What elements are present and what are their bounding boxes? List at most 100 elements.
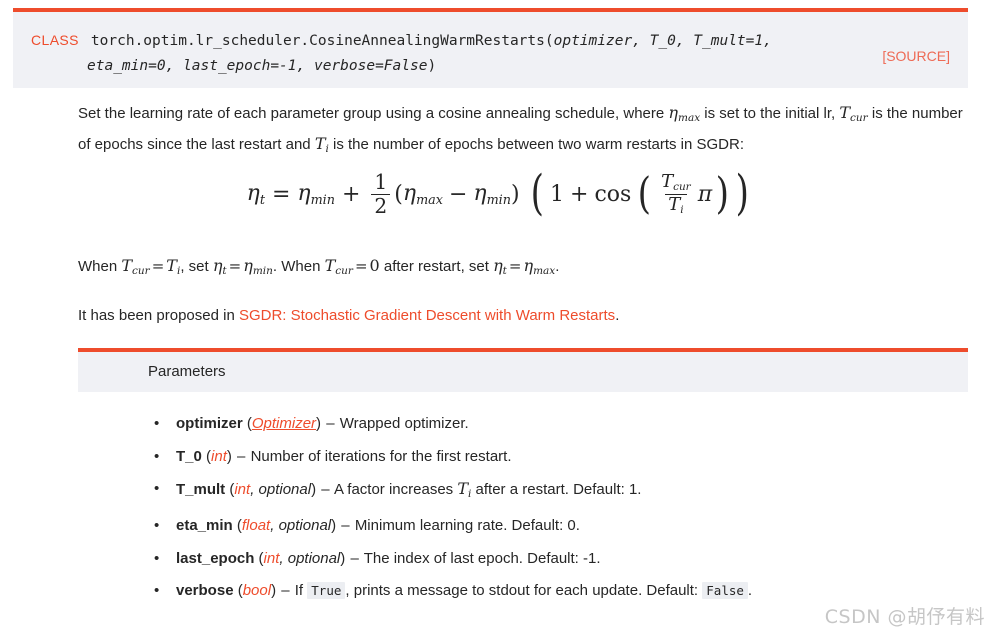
param-name: last_epoch [176,549,255,567]
formula-eta-max: ηmax [402,181,443,208]
formula-plus-2: + [570,182,589,208]
formula-big-lparen: ( [530,166,544,222]
when-t-cur: Tcur [121,256,150,277]
when-eta-max: ηmax [523,256,556,277]
param-type: int [263,549,280,567]
param-trailing-period: . [747,582,753,600]
proposed-suffix: . [615,307,620,324]
signature-line-2: eta_min=0, last_epoch=-1, verbose=False) [31,54,950,79]
paren-close: ) [331,517,337,535]
formula-minus: − [448,182,468,208]
param-type-link[interactable]: Optimizer [252,415,316,432]
desc-text-4: is the number of epochs between two warm… [328,135,745,153]
formula-t-cur: Tcur [661,171,691,194]
paren-close: ) [316,415,322,432]
param-code-true: True [307,582,346,600]
when-zero: 0 [369,256,380,275]
when-text-4: after restart, set [379,258,494,275]
param-name: eta_min [176,517,233,535]
formula-lparen-1: ( [394,182,403,208]
formula-eta-t: ηt [246,181,265,208]
formula-tcur-over-ti: Tcur Ti [658,171,694,216]
class-signature-panel: CLASS torch.optim.lr_scheduler.CosineAnne… [13,8,968,88]
class-keyword-label: CLASS [31,32,79,48]
when-condition-paragraph: When Tcur = Ti, set ηt = ηmin. When Tcur = 0 a… [78,253,968,284]
when-equals-3: = [354,257,368,275]
formula-rparen-1: ) [510,182,520,208]
formula-one: 1 [550,182,565,208]
param-code-false: False [702,582,748,600]
when-t-i: Ti [166,256,181,277]
param-description: If [294,582,308,600]
proposed-paragraph: It has been proposed in SGDR: Stochastic… [78,303,968,329]
t-cur-symbol: Tcur [839,103,868,124]
when-period: . [555,258,560,275]
formula-inner-rparen: ) [715,169,730,220]
parameters-list: optimizer (Optimizer) – Wrapped optimize… [148,410,968,610]
when-eta-t-2: ηt [493,256,507,277]
description-paragraph: Set the learning rate of each parameter … [78,100,968,162]
paren-close: ) [271,582,277,600]
formula-big-rparen: ) [735,166,749,222]
t-i-symbol: Ti [314,133,329,155]
param-optional: , optional [250,481,312,498]
param-name: optimizer [176,415,243,432]
when-equals-4: = [508,257,522,275]
formula-plus: + [341,182,361,208]
qualified-name: torch.optim.lr_scheduler.CosineAnnealing… [90,33,545,49]
list-item: eta_min (float, optional) – Minimum lear… [148,512,968,540]
proposed-prefix: It has been proposed in [78,307,239,324]
param-default-value: 0. [567,517,580,535]
paren-close: ) [226,447,232,465]
eta-max-symbol: ηmax [668,103,701,124]
param-description-tail: , prints a message to stdout for each up… [345,582,647,600]
param-dash: – [326,415,335,432]
fraction-denominator: 2 [371,194,391,217]
param-default-value: 1. [628,481,642,498]
param-description: Wrapped optimizer. [339,415,469,432]
param-dash: – [237,447,246,465]
param-default-label: Default: [573,481,629,498]
param-name: T_0 [176,447,202,465]
formula-eta-min: ηmin [297,181,335,208]
signature-line-1: CLASS torch.optim.lr_scheduler.CosineAnne… [31,28,950,54]
param-dash: – [341,517,350,535]
csdn-watermark: CSDN @胡伃有料 [824,606,985,628]
param-type: bool [242,582,272,600]
formula-cos: cos [594,182,632,208]
param-name: T_mult [176,481,226,498]
param-default-label: Default: [511,517,568,535]
when-t-cur-2: Tcur [324,256,353,277]
param-math-t-i: Ti [457,479,472,500]
param-type: float [241,517,271,535]
param-name: verbose [176,582,234,600]
when-equals-1: = [151,257,165,275]
desc-text-2: is set to the initial lr, [700,105,840,122]
param-type: int [211,447,227,465]
list-item: T_mult (int, optional) – A factor increa… [148,475,968,508]
param-optional: , optional [279,549,341,567]
param-default-label: Default: [646,582,703,600]
signature-args-line-1: optimizer, T_0, T_mult=1, [553,33,772,49]
formula-eta-min-2: ηmin [473,181,511,208]
sgdr-paper-link[interactable]: SGDR: Stochastic Gradient Descent with W… [239,307,615,324]
param-dash: – [281,582,290,600]
source-link[interactable]: [SOURCE] [882,48,950,64]
param-default-label: Default: [527,549,584,567]
when-eta-min: ηmin [243,256,273,277]
param-type: int [234,481,251,498]
when-eta-t: ηt [212,256,227,277]
list-item: optimizer (Optimizer) – Wrapped optimize… [148,410,968,438]
param-default-value: -1. [583,549,601,567]
formula-half-fraction: 1 2 [371,171,391,217]
when-equals-2: = [228,257,242,275]
param-dash: – [350,549,359,567]
formula-equals: = [271,182,291,208]
param-description: Minimum learning rate. [354,517,512,535]
open-paren: ( [544,33,554,49]
close-paren: ) [427,58,437,74]
cosine-annealing-formula: ηt = ηmin + 1 2 ( ηmax − ηmin ) ( 1 + co… [0,166,999,222]
when-text-1: When [78,258,122,275]
formula-pi: π [697,182,713,208]
list-item: last_epoch (int, optional) – The index o… [148,545,968,573]
